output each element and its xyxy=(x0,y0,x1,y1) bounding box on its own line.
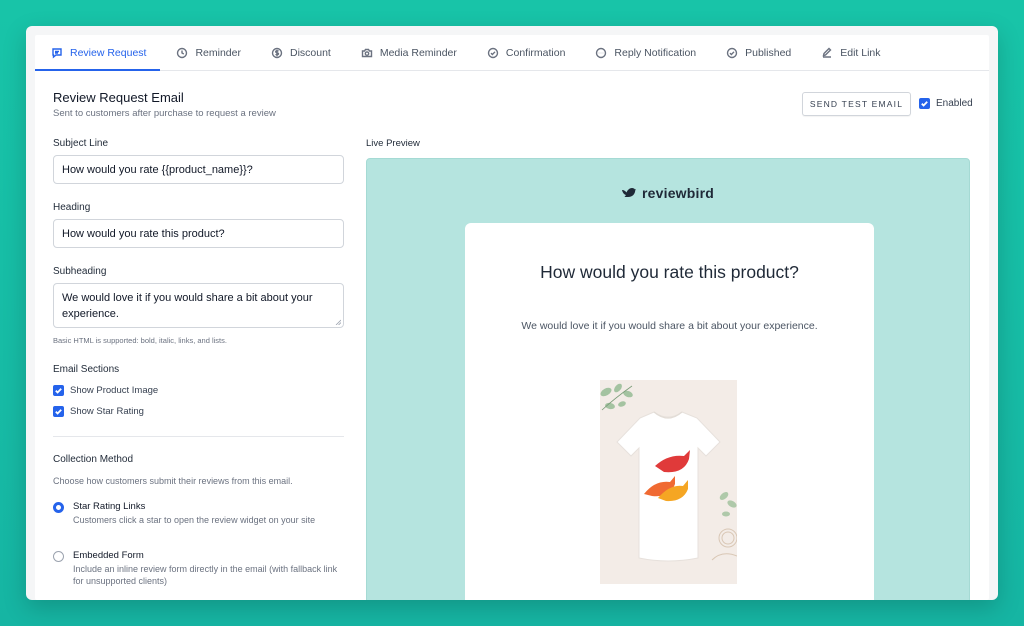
subject-line-label: Subject Line xyxy=(53,138,109,149)
camera-icon xyxy=(361,48,373,57)
app-window: Review Request Reminder Discount Media R… xyxy=(26,26,998,600)
check-circle-icon xyxy=(726,47,738,58)
tab-label: Edit Link xyxy=(840,46,881,59)
check-circle-icon xyxy=(487,47,499,58)
dollar-circle-icon xyxy=(271,47,283,58)
subject-line-input[interactable]: How would you rate {{product_name}}? xyxy=(53,155,344,184)
tab-label: Reply Notification xyxy=(614,46,697,59)
edit-icon xyxy=(822,47,832,58)
option-title: Star Rating Links xyxy=(73,501,146,512)
tab-discount[interactable]: Discount xyxy=(255,35,345,70)
enabled-toggle[interactable]: Enabled xyxy=(919,98,973,109)
bird-logo-icon xyxy=(621,188,636,197)
html-support-hint: Basic HTML is supported: bold, italic, l… xyxy=(53,336,227,345)
tshirt-product-image xyxy=(600,380,737,584)
brand-name: reviewbird xyxy=(641,185,715,201)
enabled-checkbox[interactable] xyxy=(919,98,930,109)
page-title: Review Request Email xyxy=(53,90,184,105)
show-star-rating-checkbox[interactable] xyxy=(53,406,64,417)
show-product-image-checkbox[interactable] xyxy=(53,385,64,396)
live-preview-label: Live Preview xyxy=(366,138,420,149)
tab-label: Discount xyxy=(289,46,331,59)
subject-line-value: How would you rate {{product_name}}? xyxy=(62,163,253,176)
product-image xyxy=(600,380,737,584)
embedded-form-radio[interactable] xyxy=(53,551,64,562)
checkmark-icon xyxy=(55,388,62,394)
show-product-image-label: Show Product Image xyxy=(70,385,159,396)
checkmark-icon xyxy=(921,101,928,107)
email-card: How would you rate this product? We woul… xyxy=(465,223,874,600)
live-preview-pane: reviewbird How would you rate this produ… xyxy=(366,158,970,600)
tab-label: Media Reminder xyxy=(379,46,457,59)
chat-bubble-icon xyxy=(52,47,62,58)
brand-logo: reviewbird xyxy=(367,185,969,201)
option-title: Embedded Form xyxy=(73,550,144,561)
subheading-label: Subheading xyxy=(53,266,107,277)
enabled-label: Enabled xyxy=(936,98,973,109)
tab-published[interactable]: Published xyxy=(710,35,805,70)
tab-label: Review Request xyxy=(70,46,147,59)
resize-handle-icon[interactable] xyxy=(335,319,341,325)
collection-method-description: Choose how customers submit their review… xyxy=(53,476,293,486)
tab-confirmation[interactable]: Confirmation xyxy=(471,35,580,70)
send-test-email-button[interactable]: SEND TEST EMAIL xyxy=(802,92,911,116)
heading-input[interactable]: How would you rate this product? xyxy=(53,219,344,248)
option-description: Include an inline review form directly i… xyxy=(73,564,338,586)
show-star-rating-label: Show Star Rating xyxy=(70,406,144,417)
heading-label: Heading xyxy=(53,202,91,213)
email-settings-panel: Review Request Reminder Discount Media R… xyxy=(35,35,989,600)
email-sections-label: Email Sections xyxy=(53,364,120,375)
clock-icon xyxy=(177,47,188,58)
page-subtitle: Sent to customers after purchase to requ… xyxy=(53,108,276,119)
star-rating-links-option[interactable]: Star Rating Links Customers click a star… xyxy=(53,501,338,526)
tab-review-request[interactable]: Review Request xyxy=(35,35,161,71)
preview-heading: How would you rate this product? xyxy=(540,262,799,282)
star-rating-links-radio[interactable] xyxy=(53,502,64,513)
tab-reminder[interactable]: Reminder xyxy=(160,35,255,70)
collection-method-label: Collection Method xyxy=(53,454,134,465)
tab-label: Reminder xyxy=(195,46,241,59)
tab-edit-link[interactable]: Edit Link xyxy=(805,35,894,70)
section-divider xyxy=(53,436,344,437)
tab-reply-notification[interactable]: Reply Notification xyxy=(579,35,710,70)
embedded-form-option[interactable]: Embedded Form Include an inline review f… xyxy=(53,550,338,587)
tab-label: Published xyxy=(745,46,792,59)
show-star-rating-option[interactable]: Show Star Rating xyxy=(53,406,144,417)
tab-label: Confirmation xyxy=(505,46,566,59)
tab-media-reminder[interactable]: Media Reminder xyxy=(345,35,471,70)
option-description: Customers click a star to open the revie… xyxy=(73,515,316,525)
heading-value: How would you rate this product? xyxy=(62,227,225,240)
show-product-image-option[interactable]: Show Product Image xyxy=(53,385,158,396)
dots-circle-icon xyxy=(596,47,607,58)
preview-subheading: We would love it if you would share a bi… xyxy=(521,320,818,332)
tab-bar: Review Request Reminder Discount Media R… xyxy=(35,35,989,71)
subheading-textarea[interactable]: We would love it if you would share a bi… xyxy=(53,283,344,328)
checkmark-icon xyxy=(55,409,62,415)
subheading-value: We would love it if you would share a bi… xyxy=(62,292,313,320)
